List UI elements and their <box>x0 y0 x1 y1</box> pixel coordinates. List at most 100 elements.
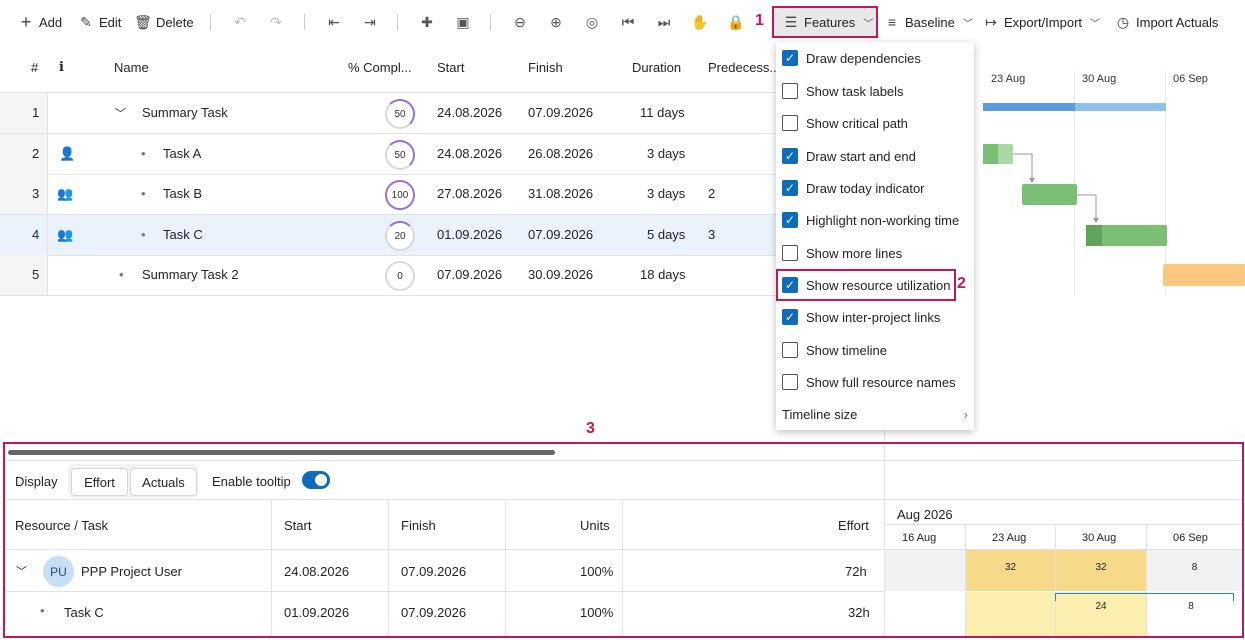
enable-tooltip-label: Enable tooltip <box>212 474 291 489</box>
zoom-in-icon[interactable]: ⊕ <box>547 12 565 32</box>
table-row[interactable]: 1 ﹀ Summary Task 50 24.08.2026 07.09.202… <box>0 93 884 134</box>
predecessors: 2 <box>708 186 716 201</box>
menu-item-show-more-lines[interactable]: Show more lines <box>782 239 968 267</box>
row-number: 2 <box>32 146 40 161</box>
menu-item-show-timeline[interactable]: Show timeline <box>782 336 968 364</box>
checkbox-unchecked-icon <box>782 83 798 99</box>
task-name: Task B <box>163 186 203 201</box>
clock-icon: ◷ <box>1116 13 1130 30</box>
display-label: Display <box>15 474 58 489</box>
progress-ring: 0 <box>385 261 415 291</box>
window-icon[interactable]: ▣ <box>454 12 472 32</box>
go-to-start-icon[interactable]: ⏮ <box>619 12 637 32</box>
chevron-right-icon: › <box>963 406 968 422</box>
heat-cell: 32 <box>966 550 1055 591</box>
start-date: 01.09.2026 <box>437 227 503 242</box>
chevron-down-icon[interactable]: ﹀ <box>16 563 27 579</box>
trash-icon: 🗑 <box>134 13 152 30</box>
start-date: 24.08.2026 <box>437 146 503 161</box>
column-header-finish[interactable]: Finish <box>528 60 563 75</box>
column-header-name[interactable]: Name <box>114 60 149 75</box>
zoom-out-icon[interactable]: ⊖ <box>511 12 529 32</box>
menu-item-show-full-resource-names[interactable]: Show full resource names <box>782 368 968 396</box>
effort: 32h <box>848 605 870 620</box>
column-header-predecessors[interactable]: Predecess... <box>708 60 780 75</box>
pan-hand-icon[interactable]: ✋ <box>691 12 709 32</box>
edit-button[interactable]: ✎ Edit <box>78 12 121 32</box>
toolbar-divider <box>490 14 491 30</box>
gantt-date-label: 23 Aug <box>991 73 1026 85</box>
checkbox-unchecked-icon <box>782 374 798 390</box>
column-header-number[interactable]: # <box>31 60 38 75</box>
effort-button[interactable]: Effort <box>71 468 128 496</box>
info-icon[interactable]: i <box>59 60 64 75</box>
add-button[interactable]: + Add <box>18 12 62 32</box>
export-arrow-icon: ↦ <box>985 13 997 30</box>
fit-to-screen-icon[interactable]: ◎ <box>583 12 601 32</box>
indent-icon[interactable]: ⇥ <box>361 12 379 32</box>
resource-name: PPP Project User <box>81 564 182 579</box>
task-bar-summary-2[interactable] <box>1163 264 1245 286</box>
week-header: 23 Aug <box>992 532 1027 544</box>
month-header: Aug 2026 <box>897 507 953 522</box>
list-icon: ☰ <box>784 13 798 30</box>
actuals-button[interactable]: Actuals <box>130 468 197 496</box>
checkbox-checked-icon: ✓ <box>782 180 798 196</box>
outdent-icon[interactable]: ⇤ <box>325 12 343 32</box>
menu-item-draw-start-and-end[interactable]: ✓ Draw start and end <box>782 142 968 170</box>
features-button[interactable]: ☰ Features ﹀ <box>783 12 876 32</box>
menu-item-show-critical-path[interactable]: Show critical path <box>782 109 968 137</box>
checkbox-checked-icon: ✓ <box>782 212 798 228</box>
go-to-end-icon[interactable]: ⏭ <box>655 12 673 32</box>
menu-item-highlight-non-working-time[interactable]: ✓ Highlight non-working time <box>782 206 968 234</box>
add-milestone-icon[interactable]: ✚ <box>418 12 436 32</box>
column-header-finish[interactable]: Finish <box>401 518 436 533</box>
panel-splitter[interactable] <box>884 444 885 636</box>
finish-date: 26.08.2026 <box>528 146 594 161</box>
predecessors: 3 <box>708 227 716 242</box>
redo-icon[interactable]: ↷ <box>267 12 285 32</box>
menu-item-draw-dependencies[interactable]: ✓ Draw dependencies <box>782 44 968 72</box>
task-name: Summary Task <box>142 105 228 120</box>
units: 100% <box>580 605 614 620</box>
column-header-complete[interactable]: % Compl... <box>348 60 412 75</box>
lock-icon[interactable]: 🔒 <box>727 12 745 32</box>
menu-item-draw-today-indicator[interactable]: ✓ Draw today indicator <box>782 174 968 202</box>
menu-item-show-task-labels[interactable]: Show task labels <box>782 77 968 105</box>
start-date: 01.09.2026 <box>284 605 350 620</box>
table-row[interactable]: 3 👥 • Task B 100 27.08.2026 31.08.2026 3… <box>0 174 884 215</box>
chevron-down-icon: ﹀ <box>863 18 874 30</box>
checkbox-checked-icon: ✓ <box>782 309 798 325</box>
horizontal-scrollbar[interactable] <box>8 450 555 455</box>
column-header-start[interactable]: Start <box>437 60 464 75</box>
undo-icon[interactable]: ↶ <box>231 12 249 32</box>
duration: 3 days <box>647 146 686 161</box>
baseline-button[interactable]: ≡ Baseline ﹀ <box>884 12 976 32</box>
toolbar: + Add ✎ Edit 🗑 Delete ↶ ↷ ⇤ ⇥ ✚ ▣ ⊖ ⊕ ◎ … <box>0 0 1245 44</box>
delete-button[interactable]: 🗑 Delete <box>134 12 193 32</box>
finish-date: 07.09.2026 <box>401 605 467 620</box>
table-row[interactable]: 2 👤 • Task A 50 24.08.2026 26.08.2026 3 … <box>0 134 884 175</box>
menu-item-show-inter-project-links[interactable]: ✓ Show inter-project links <box>782 303 968 331</box>
bullet-icon: • <box>141 227 146 242</box>
column-header-duration[interactable]: Duration <box>632 60 681 75</box>
duration: 18 days <box>640 267 686 282</box>
chevron-down-icon[interactable]: ﹀ <box>115 105 126 121</box>
heat-cell: 32 <box>1056 550 1146 591</box>
table-row[interactable]: 4 👥 • Task C 20 01.09.2026 07.09.2026 5 … <box>0 215 884 256</box>
import-actuals-button[interactable]: ◷ Import Actuals <box>1115 12 1218 32</box>
export-import-button[interactable]: ↦ Export/Import ﹀ <box>983 12 1103 32</box>
task-bar-a[interactable] <box>983 144 1013 164</box>
column-header-start[interactable]: Start <box>284 518 311 533</box>
progress-ring: 100 <box>385 180 415 210</box>
menu-item-timeline-size[interactable]: Timeline size › <box>782 400 968 428</box>
summary-bar[interactable] <box>983 103 1166 111</box>
people-icon: 👥 <box>57 186 74 201</box>
column-header-units[interactable]: Units <box>580 518 610 533</box>
table-row[interactable]: 5 • Summary Task 2 0 07.09.2026 30.09.20… <box>0 255 884 296</box>
toolbar-divider <box>397 14 398 30</box>
progress-ring: 50 <box>385 99 415 129</box>
column-header-effort[interactable]: Effort <box>838 518 869 533</box>
enable-tooltip-toggle[interactable] <box>302 471 330 489</box>
column-header-resource[interactable]: Resource / Task <box>15 518 108 533</box>
